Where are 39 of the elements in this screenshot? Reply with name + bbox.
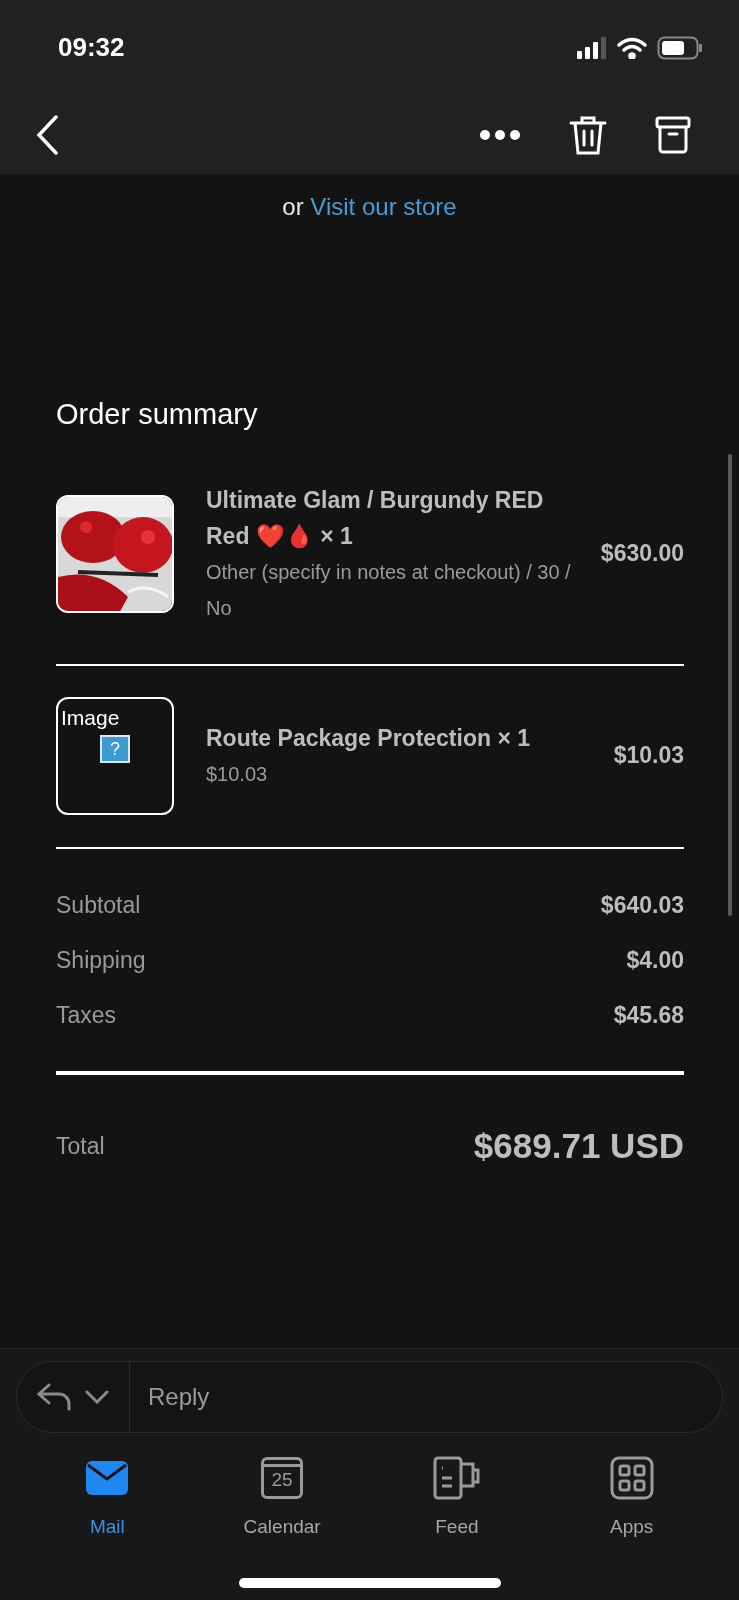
mail-icon — [85, 1460, 130, 1496]
summary-value: $45.68 — [613, 1001, 684, 1031]
summary-value: $4.00 — [626, 946, 684, 976]
document-cup-icon — [432, 1456, 481, 1500]
product-price: $10.03 — [613, 741, 684, 771]
product-name: Route Package Protection × 1 — [206, 723, 532, 753]
question-icon: ? — [100, 734, 130, 763]
status-time: 09:32 — [58, 31, 125, 64]
summary-label: Shipping — [56, 946, 146, 976]
total-value: $689.71 USD — [473, 1124, 684, 1167]
product-name: Ultimate Glam / Burgundy RED Red ❤🩸 × 1 — [206, 485, 545, 551]
apps-icon — [609, 1456, 654, 1500]
store-link-text: or Visit our store — [282, 192, 457, 222]
reply-field[interactable]: Reply — [16, 1361, 723, 1433]
product-price: $630.00 — [600, 539, 684, 569]
archive-icon[interactable] — [655, 115, 691, 154]
total-label: Total — [56, 1131, 105, 1161]
summary-value: $640.03 — [600, 891, 684, 921]
section-title: Order summary — [56, 397, 259, 432]
image-alt-text: Image — [61, 704, 120, 731]
wifi-icon — [617, 36, 647, 59]
calendar-date: 25 — [270, 1470, 294, 1489]
tab-item[interactable]: Feed — [396, 1455, 517, 1542]
more-icon[interactable] — [479, 128, 521, 141]
tab-item[interactable]: Apps — [571, 1455, 692, 1542]
trash-icon[interactable] — [569, 114, 607, 155]
back-icon[interactable] — [36, 114, 58, 155]
summary-label: Subtotal — [56, 891, 141, 921]
product-details: Other (specify in notes at checkout) / 30 / No — [206, 559, 572, 621]
chevron-down-icon[interactable] — [85, 1390, 109, 1404]
product-details: $10.03 — [206, 761, 269, 787]
signal-icon — [577, 36, 607, 59]
reply-icon[interactable] — [37, 1383, 73, 1411]
tab-item[interactable]: Mail — [47, 1455, 168, 1542]
reply-input[interactable]: Reply — [148, 1379, 722, 1415]
summary-label: Taxes — [56, 1001, 117, 1031]
battery-icon — [657, 35, 703, 60]
visit-store-link[interactable]: Visit our store — [310, 193, 457, 220]
tab-item[interactable]: 25 Calendar — [222, 1455, 343, 1542]
